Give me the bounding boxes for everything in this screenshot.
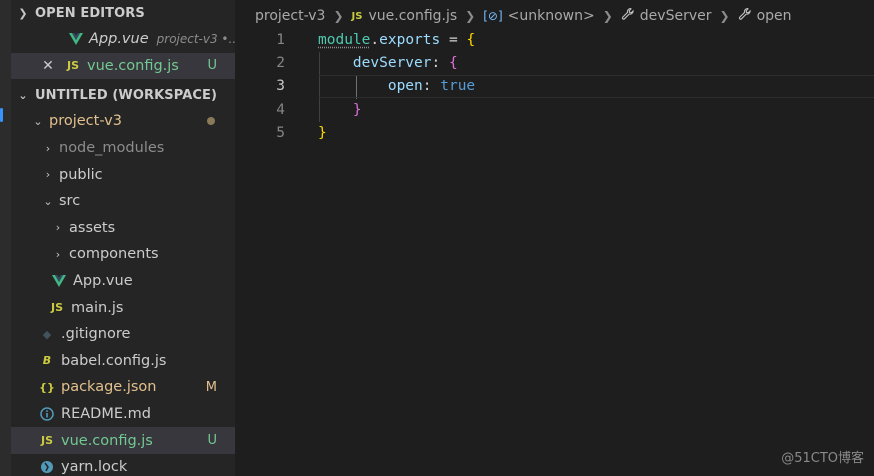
babel-icon: B [42, 354, 52, 368]
code-line-3: 3 open: true [235, 74, 874, 99]
breadcrumb-file[interactable]: vue.config.js [368, 8, 457, 24]
tree-folder-project-v3[interactable]: ⌄ project-v3 [11, 108, 235, 135]
code-line-1: 1 module.exports = { [235, 28, 874, 51]
chevron-right-icon: › [55, 247, 61, 261]
open-editor-label: App.vue [89, 31, 149, 48]
code-editor[interactable]: project-v3 ❯ JS vue.config.js ❯ [⊘] <unk… [235, 0, 874, 476]
tree-label: babel.config.js [61, 352, 167, 369]
tree-label: vue.config.js [61, 432, 153, 449]
chevron-right-icon: › [55, 221, 61, 235]
tree-label: .gitignore [61, 326, 131, 343]
tree-label: public [59, 166, 103, 183]
open-editor-label: vue.config.js [87, 57, 179, 74]
tree-folder-public[interactable]: › public [11, 161, 235, 188]
open-editor-app-vue[interactable]: App.vue project-v3 •... [11, 26, 235, 53]
workspace-title: UNTITLED (WORKSPACE) [35, 87, 218, 103]
chevron-right-icon: › [45, 141, 51, 155]
open-editors-header[interactable]: ❯ OPEN EDITORS [11, 0, 235, 26]
chevron-right-icon: ❯ [719, 9, 730, 23]
tree-label: App.vue [73, 273, 133, 290]
open-editors-title: OPEN EDITORS [35, 5, 145, 21]
tree-file-babel-config[interactable]: B babel.config.js [11, 348, 235, 375]
tree-file-yarn-lock[interactable]: yarn.lock [11, 454, 235, 476]
chevron-right-icon: ❯ [602, 9, 613, 23]
code-area[interactable]: 1 module.exports = { 2 devServer: { 3 op… [235, 28, 874, 144]
breadcrumb-folder[interactable]: project-v3 [255, 8, 325, 24]
line-number: 1 [276, 31, 285, 48]
open-editor-vue-config[interactable]: ✕ JS vue.config.js U [11, 52, 235, 80]
code-line-2: 2 devServer: { [235, 51, 874, 74]
explorer-sidebar: ❯ OPEN EDITORS App.vue project-v3 •... ✕… [11, 0, 235, 476]
code-line-4: 4 } [235, 98, 874, 121]
js-file-icon: JS [40, 434, 53, 448]
line-number: 5 [276, 124, 285, 141]
tree-folder-assets[interactable]: › assets [11, 215, 235, 242]
tree-label: main.js [71, 299, 124, 316]
chevron-right-icon: ❯ [465, 9, 476, 23]
chevron-right-icon: ❯ [333, 9, 344, 23]
js-file-icon: JS [351, 10, 363, 22]
breadcrumb-symbol-unknown[interactable]: <unknown> [508, 8, 595, 24]
modified-badge: M [205, 379, 217, 395]
code-token-module: module [318, 31, 371, 48]
code-token-open: open [387, 78, 423, 95]
line-number: 2 [276, 54, 285, 71]
tree-label: yarn.lock [61, 459, 128, 476]
symbol-variable-icon: [⊘] [483, 9, 503, 23]
line-number: 3 [276, 78, 285, 95]
tree-file-app-vue[interactable]: App.vue [11, 268, 235, 295]
vue-icon [69, 33, 83, 46]
tree-label: assets [69, 219, 116, 236]
yarn-icon [39, 460, 55, 474]
activity-indicator [0, 108, 3, 122]
tree-label: package.json [61, 379, 157, 396]
tree-label: src [59, 193, 81, 210]
wrench-icon [621, 7, 635, 25]
tree-folder-src[interactable]: ⌄ src [11, 188, 235, 215]
vue-icon [51, 275, 67, 288]
code-line-5: 5 } [235, 121, 874, 144]
chevron-right-icon: › [45, 168, 51, 182]
tree-file-main-js[interactable]: JS main.js [11, 294, 235, 321]
tree-folder-node-modules[interactable]: › node_modules [11, 135, 235, 162]
tree-file-gitignore[interactable]: ◆ .gitignore [11, 321, 235, 348]
git-icon: ◆ [42, 327, 52, 341]
breadcrumb-symbol-open[interactable]: open [757, 8, 792, 24]
code-token-true: true [440, 78, 476, 95]
chevron-down-icon: ⌄ [43, 194, 53, 208]
breadcrumb-symbol-devserver[interactable]: devServer [640, 8, 712, 24]
chevron-down-icon: ⌄ [18, 88, 28, 102]
js-file-icon: JS [66, 59, 79, 73]
tree-folder-components[interactable]: › components [11, 241, 235, 268]
json-file-icon: {} [39, 380, 55, 394]
tree-file-package-json[interactable]: {} package.json M [11, 374, 235, 401]
untracked-badge: U [207, 433, 217, 449]
modified-dot [207, 117, 215, 126]
tree-file-vue-config[interactable]: JS vue.config.js U [11, 427, 235, 454]
line-number: 4 [276, 101, 285, 118]
workspace-header[interactable]: ⌄ UNTITLED (WORKSPACE) [11, 82, 235, 108]
tree-label: components [69, 246, 159, 263]
tree-label: node_modules [59, 140, 165, 157]
info-icon [39, 407, 55, 421]
watermark: @51CTO博客 [781, 451, 864, 466]
js-file-icon: JS [50, 301, 63, 315]
wrench-icon [738, 7, 752, 25]
tree-file-readme[interactable]: README.md [11, 401, 235, 428]
untracked-badge: U [207, 58, 217, 74]
open-editor-description: project-v3 •... [156, 32, 235, 47]
code-token-devserver: devServer [352, 54, 432, 71]
activity-bar [0, 0, 11, 476]
chevron-down-icon: ⌄ [33, 114, 43, 128]
close-icon[interactable]: ✕ [41, 58, 55, 74]
tree-label: README.md [61, 406, 151, 423]
folder-label: project-v3 [49, 113, 122, 130]
chevron-down-icon: ❯ [18, 6, 28, 20]
code-token-exports: exports [379, 31, 441, 48]
